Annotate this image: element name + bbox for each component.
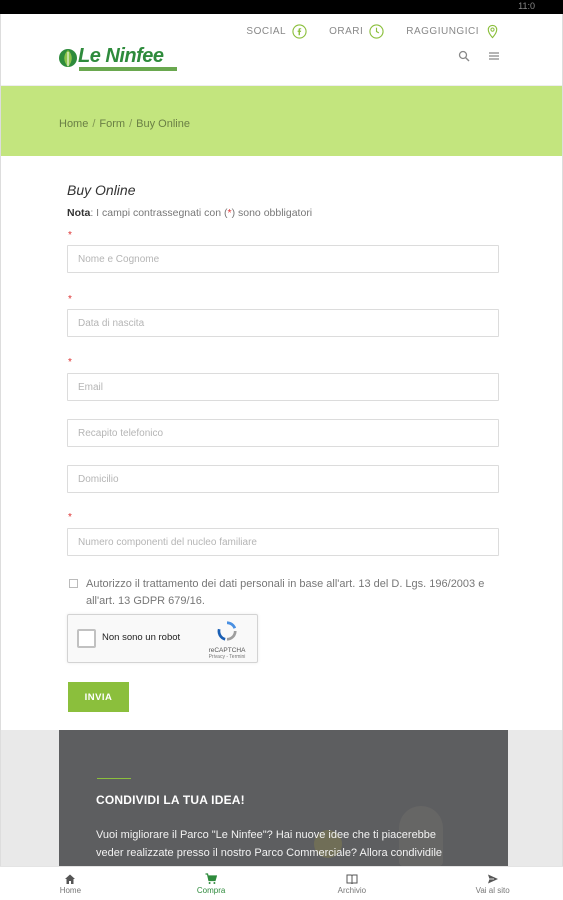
note-text-after: ) sono obbligatori: [231, 207, 313, 219]
family-members-input[interactable]: [68, 529, 498, 555]
name-field[interactable]: [67, 245, 499, 273]
logo-underline: [79, 67, 177, 71]
idea-section: CONDIVIDI LA TUA IDEA! Vuoi migliorare i…: [1, 730, 562, 866]
nav-social[interactable]: SOCIAL: [246, 24, 307, 39]
recaptcha-terms[interactable]: Privacy - Termini: [201, 654, 253, 660]
birthdate-input[interactable]: [68, 310, 498, 336]
status-time: 11:0: [518, 1, 535, 11]
status-bar: 11:0: [0, 0, 563, 14]
send-icon: [487, 874, 498, 883]
idea-body: Vuoi migliorare il Parco "Le Ninfee"? Ha…: [96, 829, 443, 866]
map-pin-icon: [487, 24, 498, 39]
logo-text: Le Ninfee: [78, 45, 164, 67]
home-icon: [65, 874, 76, 884]
facebook-icon: [292, 24, 307, 39]
tab-vai-al-sito[interactable]: Vai al sito: [422, 867, 563, 900]
tab-home[interactable]: Home: [0, 867, 141, 900]
nav-social-label: SOCIAL: [246, 26, 287, 37]
name-input[interactable]: [68, 246, 498, 272]
leaf-logo-icon: [59, 49, 77, 67]
breadcrumb-band: Home / Form / Buy Online: [1, 86, 562, 156]
note-label: Nota: [67, 207, 91, 219]
tab-compra-label: Compra: [196, 885, 226, 895]
nav-orari[interactable]: ORARI: [329, 24, 384, 39]
recaptcha-logo: reCAPTCHA Privacy - Termini: [201, 620, 253, 660]
required-star: *: [68, 512, 72, 523]
breadcrumb-home[interactable]: Home: [59, 118, 88, 130]
recaptcha-checkbox[interactable]: [77, 629, 96, 648]
tab-archivio[interactable]: Archivio: [282, 867, 423, 900]
idea-card: CONDIVIDI LA TUA IDEA! Vuoi migliorare i…: [59, 730, 508, 866]
submit-button[interactable]: INVIA: [68, 682, 129, 712]
phone-input[interactable]: [68, 420, 498, 446]
note-text-before: : I campi contrassegnati con (: [90, 207, 228, 219]
cart-icon: [205, 872, 218, 884]
form-title: Buy Online: [67, 182, 136, 198]
nav-raggiungici-label: RAGGIUNGICI: [406, 26, 479, 37]
email-field[interactable]: [67, 373, 499, 401]
site-logo[interactable]: Le Ninfee: [59, 45, 179, 73]
required-star: *: [68, 357, 72, 368]
birthdate-field[interactable]: [67, 309, 499, 337]
tab-compra[interactable]: Compra: [141, 867, 282, 900]
tab-home-label: Home: [59, 885, 82, 895]
email-input[interactable]: [68, 374, 498, 400]
breadcrumb-separator: /: [92, 118, 96, 130]
top-nav: SOCIAL ORARI RAGGIUNGICI: [246, 24, 500, 39]
nav-raggiungici[interactable]: RAGGIUNGICI: [406, 24, 500, 39]
search-icon[interactable]: [458, 50, 470, 62]
required-star: *: [68, 230, 72, 241]
privacy-consent-text: Autorizzo il trattamento dei dati person…: [86, 578, 485, 607]
required-star: *: [68, 294, 72, 305]
privacy-consent: Autorizzo il trattamento dei dati person…: [69, 576, 489, 610]
family-members-field[interactable]: [67, 528, 499, 556]
breadcrumb-form[interactable]: Form: [99, 118, 125, 130]
book-icon: [346, 874, 358, 884]
header-tools: [458, 50, 500, 62]
recaptcha-widget: Non sono un robot reCAPTCHA Privacy - Te…: [67, 614, 258, 663]
address-input[interactable]: [68, 466, 498, 492]
site-header: Le Ninfee SOCIAL ORARI RAGGIUNGICI: [1, 14, 562, 86]
bottom-nav: Home Compra Archivio Vai al sito: [0, 866, 563, 900]
idea-title: CONDIVIDI LA TUA IDEA!: [96, 793, 245, 807]
phone-field[interactable]: [67, 419, 499, 447]
tab-archivio-label: Archivio: [337, 885, 367, 895]
nav-orari-label: ORARI: [329, 26, 364, 37]
breadcrumb: Home / Form / Buy Online: [59, 118, 190, 130]
recaptcha-brand: reCAPTCHA: [208, 647, 246, 654]
recaptcha-label: Non sono un robot: [102, 632, 181, 643]
page: Le Ninfee SOCIAL ORARI RAGGIUNGICI Home …: [0, 14, 563, 866]
breadcrumb-separator: /: [129, 118, 133, 130]
privacy-consent-checkbox[interactable]: [69, 579, 78, 588]
clock-icon: [369, 24, 384, 39]
address-field[interactable]: [67, 465, 499, 493]
idea-accent-line: [97, 778, 131, 779]
breadcrumb-current: Buy Online: [136, 118, 190, 130]
required-note: Nota: I campi contrassegnati con (*) son…: [67, 207, 312, 219]
tab-vai-al-sito-label: Vai al sito: [475, 885, 510, 895]
recaptcha-icon: [217, 621, 237, 641]
hamburger-menu-icon[interactable]: [488, 50, 500, 62]
